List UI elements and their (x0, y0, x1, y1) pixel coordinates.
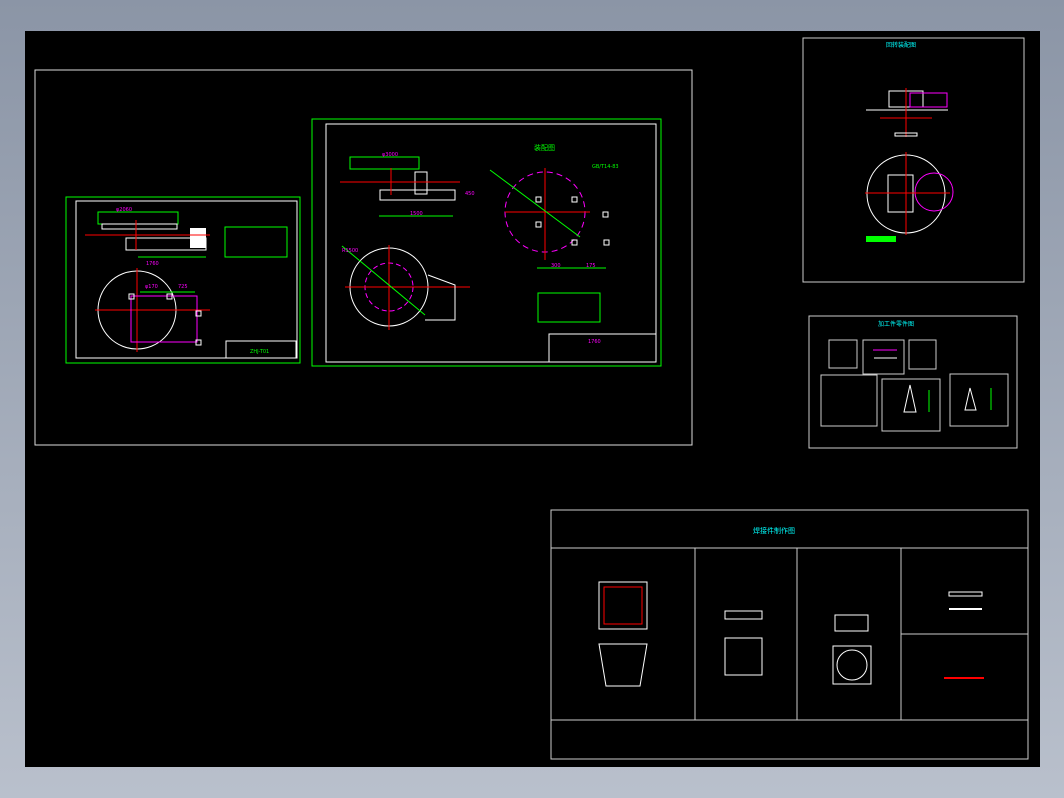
view-title: 装配图 (534, 143, 555, 152)
sheet-assembly-small[interactable]: φ2060 1760 φ170 725 ZHJ-T01 (65, 196, 301, 364)
dim-label: R1500 (342, 248, 358, 254)
dim-label: 725 (178, 284, 188, 290)
sheet-title: 加工件零件图 (878, 320, 914, 328)
sheet-rotary-assembly[interactable]: 回转装配图 (802, 37, 1025, 283)
title-block-text: ZHJ-T01 (250, 349, 269, 355)
sheet-machined-parts[interactable]: 加工件零件图 (808, 315, 1018, 449)
dim-label: 1760 (146, 261, 159, 267)
cad-model-space[interactable]: φ2060 1760 φ170 725 ZHJ-T01 φ3000 1500 4… (25, 31, 1040, 767)
dim-label: 450 (465, 191, 475, 197)
sheet-assembly-main[interactable]: φ3000 1500 450 装配图 GB/T14-83 300 175 R15… (311, 118, 662, 367)
drawing-svg: φ2060 1760 φ170 725 ZHJ-T01 φ3000 1500 4… (34, 37, 1029, 760)
dim-label: 1760 (588, 339, 601, 345)
note-text: GB/T14-83 (592, 164, 619, 170)
dim-label: 175 (586, 263, 596, 269)
dim-label: φ170 (145, 284, 158, 290)
dim-label: 300 (551, 263, 561, 269)
sheet-welded-parts[interactable]: 焊接件制作图 (550, 509, 1029, 760)
dim-label: φ2060 (116, 207, 132, 213)
dim-label: 1500 (410, 211, 423, 217)
dim-label: φ3000 (382, 152, 398, 158)
sheet-title: 焊接件制作图 (753, 526, 795, 535)
sheet-title: 回转装配图 (886, 41, 916, 49)
